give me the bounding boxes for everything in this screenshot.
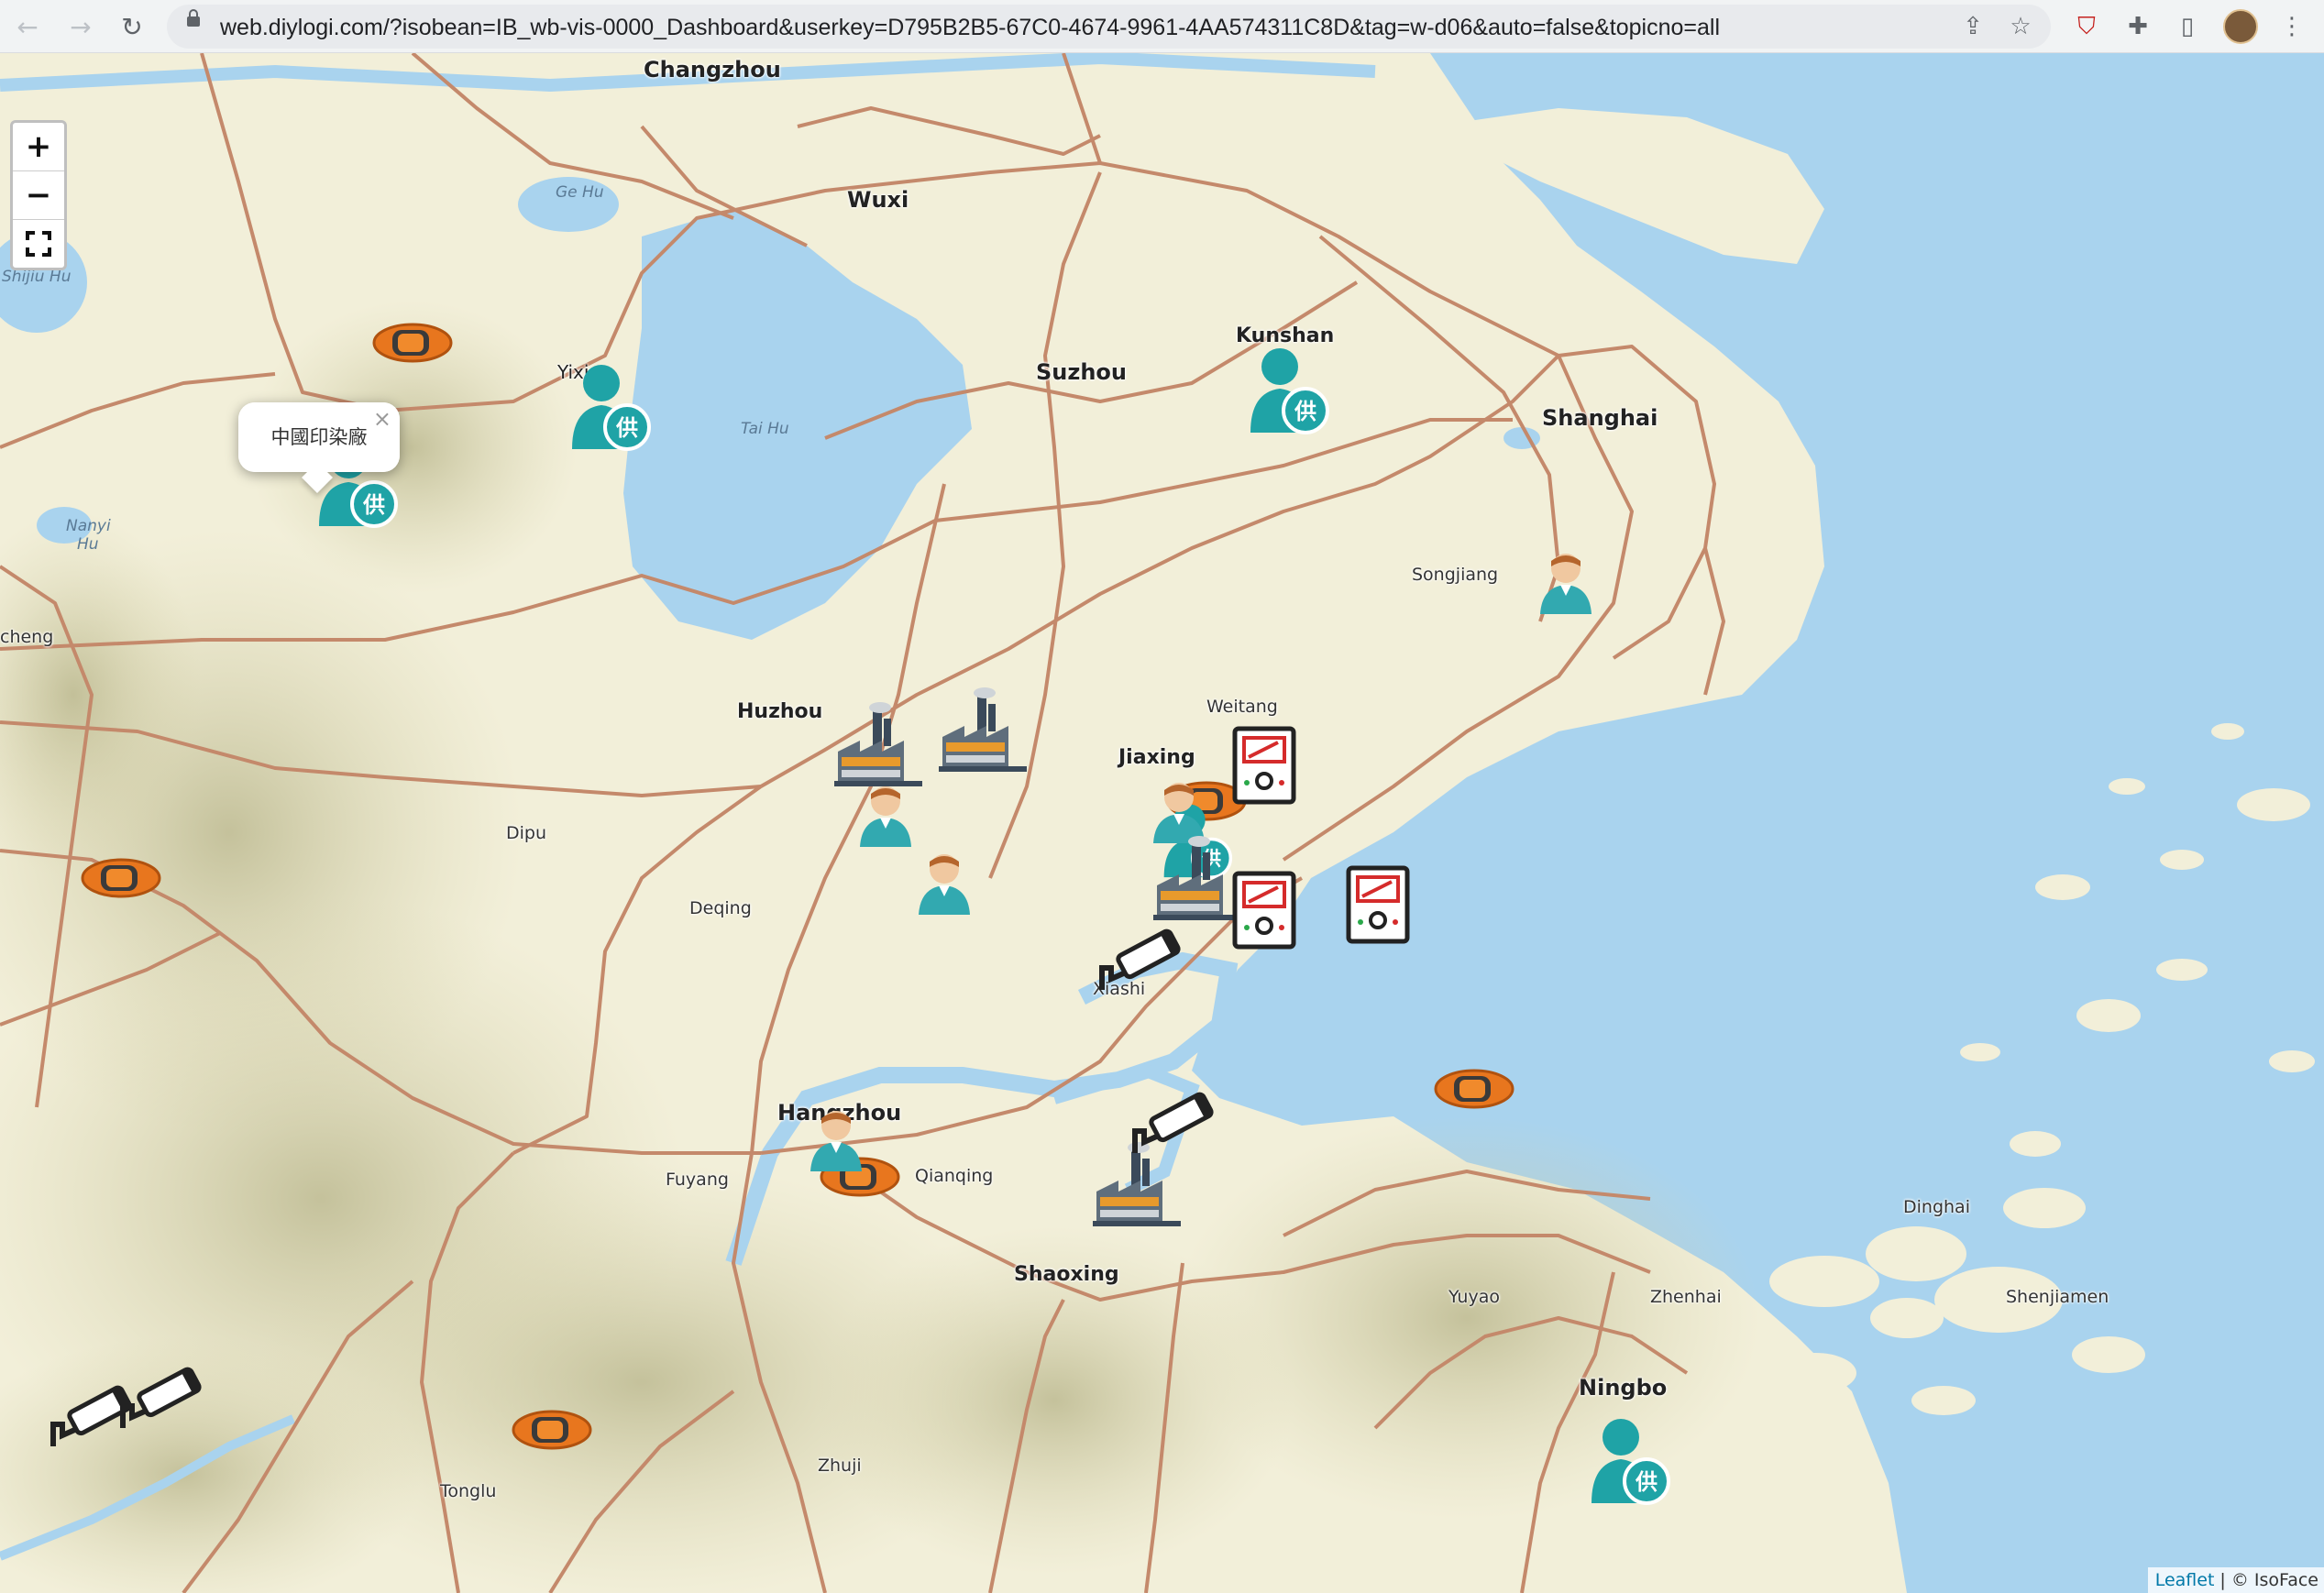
cctv-camera-icon[interactable] [117, 1362, 205, 1435]
fullscreen-button[interactable] [13, 220, 64, 268]
address-bar[interactable]: web.diylogi.com/?isobean=IB_wb-vis-0000_… [167, 5, 2051, 49]
zoom-out-button[interactable]: − [13, 171, 64, 220]
svg-text:供: 供 [1635, 1469, 1658, 1495]
water-label-gehu: Ge Hu [556, 183, 604, 202]
person-icon[interactable] [856, 783, 915, 849]
place-label-deqing: Deqing [689, 898, 752, 918]
meter-icon[interactable] [1232, 871, 1296, 950]
place-label-wuxi: Wuxi [847, 187, 909, 213]
orange-car-icon[interactable] [1432, 1065, 1516, 1113]
place-label-zhenhai: Zhenhai [1650, 1287, 1722, 1307]
svg-text:供: 供 [1294, 399, 1316, 424]
meter-icon[interactable] [1346, 865, 1410, 944]
back-arrow-icon[interactable]: ← [9, 8, 46, 45]
map-attribution: Leaflet | © IsoFace [2147, 1567, 2324, 1593]
extension-shield-icon[interactable]: ⛉ [2068, 8, 2105, 45]
place-label-jiaxing: Jiaxing [1118, 746, 1195, 769]
svg-text:供: 供 [615, 415, 638, 441]
map-view[interactable]: Changzhou Wuxi Suzhou Kunshan Shanghai Y… [0, 53, 2324, 1593]
profile-avatar[interactable] [2222, 8, 2259, 45]
supplier-person-icon[interactable]: 供 [1247, 345, 1331, 440]
cctv-camera-icon[interactable] [1096, 924, 1184, 997]
place-label-changzhou: Changzhou [644, 57, 781, 82]
zoom-control: + − [10, 120, 67, 270]
place-label-suzhou: Suzhou [1036, 359, 1127, 385]
place-label-shanghai: Shanghai [1542, 405, 1658, 431]
place-label-songjiang: Songjiang [1412, 565, 1499, 585]
browser-toolbar: ← → ↻ web.diylogi.com/?isobean=IB_wb-vis… [0, 0, 2324, 53]
popup-close-button[interactable]: × [373, 406, 391, 432]
forward-arrow-icon[interactable]: → [62, 8, 99, 45]
supplier-person-icon[interactable]: 供 [568, 361, 653, 456]
menu-kebab-icon[interactable]: ⋮ [2274, 8, 2310, 45]
place-label-cheng: cheng [0, 627, 54, 647]
reload-icon[interactable]: ↻ [114, 8, 150, 45]
extensions-puzzle-icon[interactable]: ✚ [2120, 8, 2156, 45]
place-label-tonglu: Tonglu [440, 1481, 497, 1501]
zoom-in-button[interactable]: + [13, 123, 64, 171]
person-icon[interactable] [807, 1107, 865, 1173]
place-label-zhuji: Zhuji [818, 1456, 862, 1476]
place-label-dipu: Dipu [506, 823, 547, 843]
cctv-camera-icon[interactable] [1129, 1087, 1217, 1160]
url-text[interactable]: web.diylogi.com/?isobean=IB_wb-vis-0000_… [220, 15, 1720, 41]
attribution-text: | © IsoFace [2219, 1570, 2318, 1590]
meter-icon[interactable] [1232, 726, 1296, 805]
place-label-shaoxing: Shaoxing [1014, 1263, 1119, 1286]
place-label-dinghai: Dinghai [1903, 1197, 1970, 1217]
share-icon[interactable]: ⇪ [1958, 12, 1988, 41]
place-label-fuyang: Fuyang [666, 1170, 729, 1190]
supplier-person-icon[interactable]: 供 [1588, 1415, 1672, 1511]
factory-icon[interactable] [937, 686, 1032, 777]
orange-car-icon[interactable] [510, 1406, 594, 1454]
place-label-huzhou: Huzhou [737, 700, 823, 723]
orange-car-icon[interactable] [79, 854, 163, 902]
water-label-taihu: Tai Hu [741, 420, 789, 438]
place-label-shenjiamen: Shenjiamen [2006, 1287, 2109, 1307]
factory-icon[interactable] [832, 700, 928, 792]
water-label-hu: Hu [77, 535, 99, 554]
place-label-ningbo: Ningbo [1579, 1375, 1668, 1401]
leaflet-link[interactable]: Leaflet [2155, 1570, 2215, 1590]
lock-icon [187, 9, 200, 27]
bookmark-star-icon[interactable]: ☆ [2006, 12, 2035, 41]
orange-car-icon[interactable] [370, 319, 455, 367]
side-panel-icon[interactable]: ▯ [2169, 8, 2206, 45]
fullscreen-icon [26, 231, 51, 257]
marker-popup: 中國印染廠 × [238, 402, 400, 493]
svg-text:供: 供 [362, 492, 385, 518]
place-label-weitang: Weitang [1206, 697, 1278, 717]
water-label-nanyi: Nanyi [66, 517, 111, 535]
place-label-yuyao: Yuyao [1448, 1287, 1500, 1307]
person-icon[interactable] [915, 851, 974, 917]
island-group [1769, 723, 2315, 1415]
water-label-shijiu: Shijiu Hu [2, 268, 72, 286]
place-label-qianqing: Qianqing [915, 1166, 994, 1186]
person-icon[interactable] [1536, 550, 1595, 616]
